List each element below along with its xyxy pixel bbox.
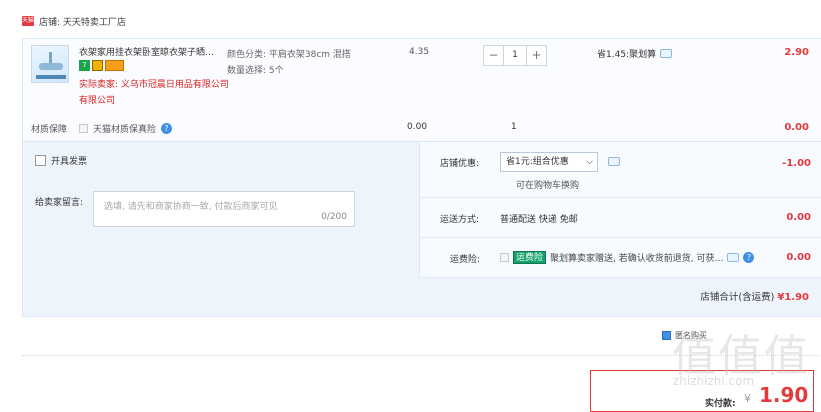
insurance-checkbox[interactable]	[79, 124, 88, 133]
freight-tag: 运费险	[513, 251, 547, 264]
message-textarea[interactable]: 选填, 请先和商家协商一致, 付款后商家可见 0/200	[93, 191, 355, 227]
service-badge-icon	[92, 60, 103, 71]
spec-quantity: 数量选择: 5个	[227, 66, 284, 76]
insurance-option-label: 天猫材质保真险	[93, 125, 157, 135]
chat-icon[interactable]	[660, 49, 673, 58]
chat-icon[interactable]	[608, 157, 620, 166]
discount-row: 店铺优惠: 省1元:组合优惠 ⌵ 可在购物车换购 -1.00	[419, 142, 821, 198]
discount-amount: -1.00	[782, 158, 811, 169]
freight-checkbox[interactable]	[500, 253, 509, 262]
pay-currency: ¥	[744, 392, 751, 405]
order-item-panel: 衣架家用挂衣架卧室晾衣架子晒… 7 实际卖家: 义乌市冠晨日用品有限公司有限公司…	[22, 38, 821, 149]
help-icon[interactable]: ?	[743, 252, 755, 263]
product-title[interactable]: 衣架家用挂衣架卧室晾衣架子晒…	[79, 45, 225, 58]
insurance-total: 0.00	[784, 122, 809, 133]
insurance-qty: 1	[511, 122, 517, 132]
seven-day-return-icon: 7	[79, 60, 90, 71]
spec-color: 颜色分类: 平肩衣架38cm 混搭	[227, 50, 351, 60]
shipping-label: 运送方式:	[440, 215, 480, 225]
shop-total-amount: ¥1.90	[777, 292, 809, 303]
shop-total-label: 店铺合计(含运费)	[700, 292, 775, 303]
freight-insurance-row: 运费险: 运费险 聚划算卖家赠送, 若确认收货前退货, 可获… ? 0.00	[419, 238, 821, 278]
unit-price: 4.35	[409, 47, 430, 57]
freight-amount: 0.00	[786, 252, 811, 263]
product-thumbnail[interactable]	[31, 45, 69, 83]
freight-insurance-option: 运费险 聚划算卖家赠送, 若确认收货前退货, 可获… ?	[500, 251, 755, 264]
discount-label: 店铺优惠:	[440, 159, 480, 169]
item-subtotal: 2.90	[784, 47, 809, 58]
invoice-option[interactable]: 开具发票	[35, 154, 87, 167]
qty-plus-button[interactable]: +	[526, 45, 547, 66]
shipping-row: 运送方式: 普通配送 快递 免邮 0.00	[419, 198, 821, 238]
saving-text: 省1.45:聚划算	[597, 50, 657, 60]
qty-minus-button[interactable]: −	[483, 45, 504, 66]
left-options: 开具发票 给卖家留言: 选填, 请先和商家协商一致, 付款后商家可见 0/200	[23, 142, 418, 277]
invoice-checkbox[interactable]	[35, 155, 46, 166]
actual-seller[interactable]: 实际卖家: 义乌市冠晨日用品有限公司有限公司	[79, 77, 231, 109]
discount-select[interactable]: 省1元:组合优惠 ⌵	[500, 152, 598, 172]
quantity-stepper: − 1 +	[483, 45, 547, 66]
discount-note: 可在购物车换购	[516, 181, 580, 191]
invoice-label: 开具发票	[51, 157, 88, 167]
message-label: 给卖家留言:	[35, 198, 84, 208]
shop-total: 店铺合计(含运费) ¥1.90	[700, 289, 809, 303]
pay-amount: 1.90	[759, 383, 809, 407]
qty-input[interactable]: 1	[504, 45, 526, 66]
credit-card-icon	[105, 60, 124, 71]
chat-icon[interactable]	[727, 253, 740, 262]
message-placeholder: 选填, 请先和商家协商一致, 付款后商家可见	[104, 202, 278, 212]
order-options-panel: 开具发票 给卖家留言: 选填, 请先和商家协商一致, 付款后商家可见 0/200…	[22, 141, 821, 317]
anonymous-checkbox[interactable]	[662, 331, 671, 340]
shop-name[interactable]: 店铺: 天天特卖工厂店	[39, 15, 126, 28]
shipping-method: 普通配送 快递 免邮	[500, 215, 578, 225]
saving-info: 省1.45:聚划算	[597, 47, 673, 60]
freight-text: 聚划算卖家赠送, 若确认收货前退货, 可获…	[550, 254, 724, 264]
message-counter: 0/200	[321, 212, 347, 222]
insurance-price: 0.00	[407, 122, 428, 132]
insurance-label: 材质保障	[31, 125, 68, 135]
right-options: 店铺优惠: 省1元:组合优惠 ⌵ 可在购物车换购 -1.00 运送方式: 普通配…	[419, 142, 821, 278]
pay-label: 实付款:	[705, 399, 736, 409]
product-badges: 7	[79, 60, 124, 71]
freight-insurance-label: 运费险:	[450, 255, 481, 265]
shipping-amount: 0.00	[786, 212, 811, 223]
insurance-option: 天猫材质保真险 ?	[79, 122, 173, 135]
watermark-url: zhizhizhi.com	[673, 374, 755, 388]
discount-selected: 省1元:组合优惠	[506, 157, 569, 167]
shop-header: 天猫 店铺: 天天特卖工厂店	[22, 13, 126, 29]
help-icon[interactable]: ?	[161, 123, 173, 134]
chevron-down-icon: ⌵	[586, 157, 593, 167]
tmall-logo-icon: 天猫	[22, 16, 35, 26]
product-spec: 颜色分类: 平肩衣架38cm 混搭 数量选择: 5个	[227, 47, 351, 79]
